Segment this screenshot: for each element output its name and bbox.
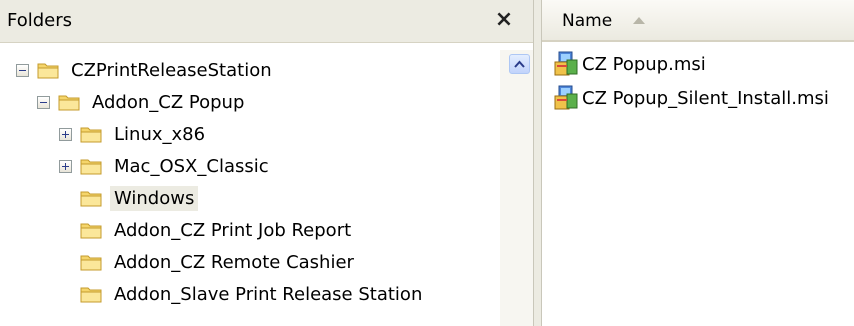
tree-node-label: Mac_OSX_Classic [114,155,269,177]
tree-node-addon-cz-print-job-report[interactable]: Addon_CZ Print Job Report [80,214,355,246]
msi-installer-icon [554,85,578,110]
folder-icon [80,255,102,271]
open-folder-icon [80,191,102,207]
files-pane: Name CZ Popup.msi CZ Popup_Silent_Instal… [542,0,854,326]
file-name: CZ Popup.msi [582,53,706,75]
collapse-icon[interactable] [16,63,29,77]
sort-ascending-icon [633,17,645,24]
tree-node-linux-x86[interactable]: Linux_x86 [59,118,209,150]
tree-node-label: Windows [110,185,199,211]
scroll-up-button[interactable] [509,54,530,74]
tree-node-addon-cz-remote-cashier[interactable]: Addon_CZ Remote Cashier [80,246,358,278]
tree-node-label: Linux_x86 [114,123,206,145]
tree-node-label: CZPrintReleaseStation [71,59,272,81]
folder-icon [58,95,80,111]
folder-icon [80,127,102,143]
expand-icon[interactable] [59,127,72,141]
tree-node-label: Addon_CZ Print Job Report [114,219,352,241]
folder-icon [80,223,102,239]
column-header-name[interactable]: Name [562,11,612,31]
folders-pane: Folders × CZPrintReleaseStation Addon_CZ… [0,0,533,326]
folders-title: Folders [7,10,73,31]
vertical-scrollbar[interactable] [500,50,533,326]
tree-node-label: Addon_Slave Print Release Station [114,283,423,305]
file-item[interactable]: CZ Popup_Silent_Install.msi [552,84,829,112]
tree-node-czprintreleasestation[interactable]: CZPrintReleaseStation [16,54,276,86]
file-item[interactable]: CZ Popup.msi [552,50,706,78]
tree-node-label: Addon_CZ Remote Cashier [114,251,354,273]
file-name: CZ Popup_Silent_Install.msi [582,87,829,109]
folders-header: Folders × [0,0,533,43]
tree-node-windows[interactable]: Windows [80,182,199,214]
folder-icon [37,63,59,79]
pane-splitter[interactable] [533,0,542,326]
folder-icon [80,159,102,175]
close-folders-button[interactable]: × [491,7,517,33]
tree-node-label: Addon_CZ Popup [92,91,245,113]
column-header[interactable]: Name [542,0,854,42]
tree-node-addon-cz-popup[interactable]: Addon_CZ Popup [37,86,248,118]
msi-installer-icon [554,51,578,76]
tree-node-addon-slave-print-release-station[interactable]: Addon_Slave Print Release Station [80,278,426,310]
expand-icon[interactable] [59,159,72,173]
chevron-up-icon [514,60,525,68]
tree-node-mac-osx-classic[interactable]: Mac_OSX_Classic [59,150,273,182]
folder-icon [80,287,102,303]
collapse-icon[interactable] [37,95,50,109]
